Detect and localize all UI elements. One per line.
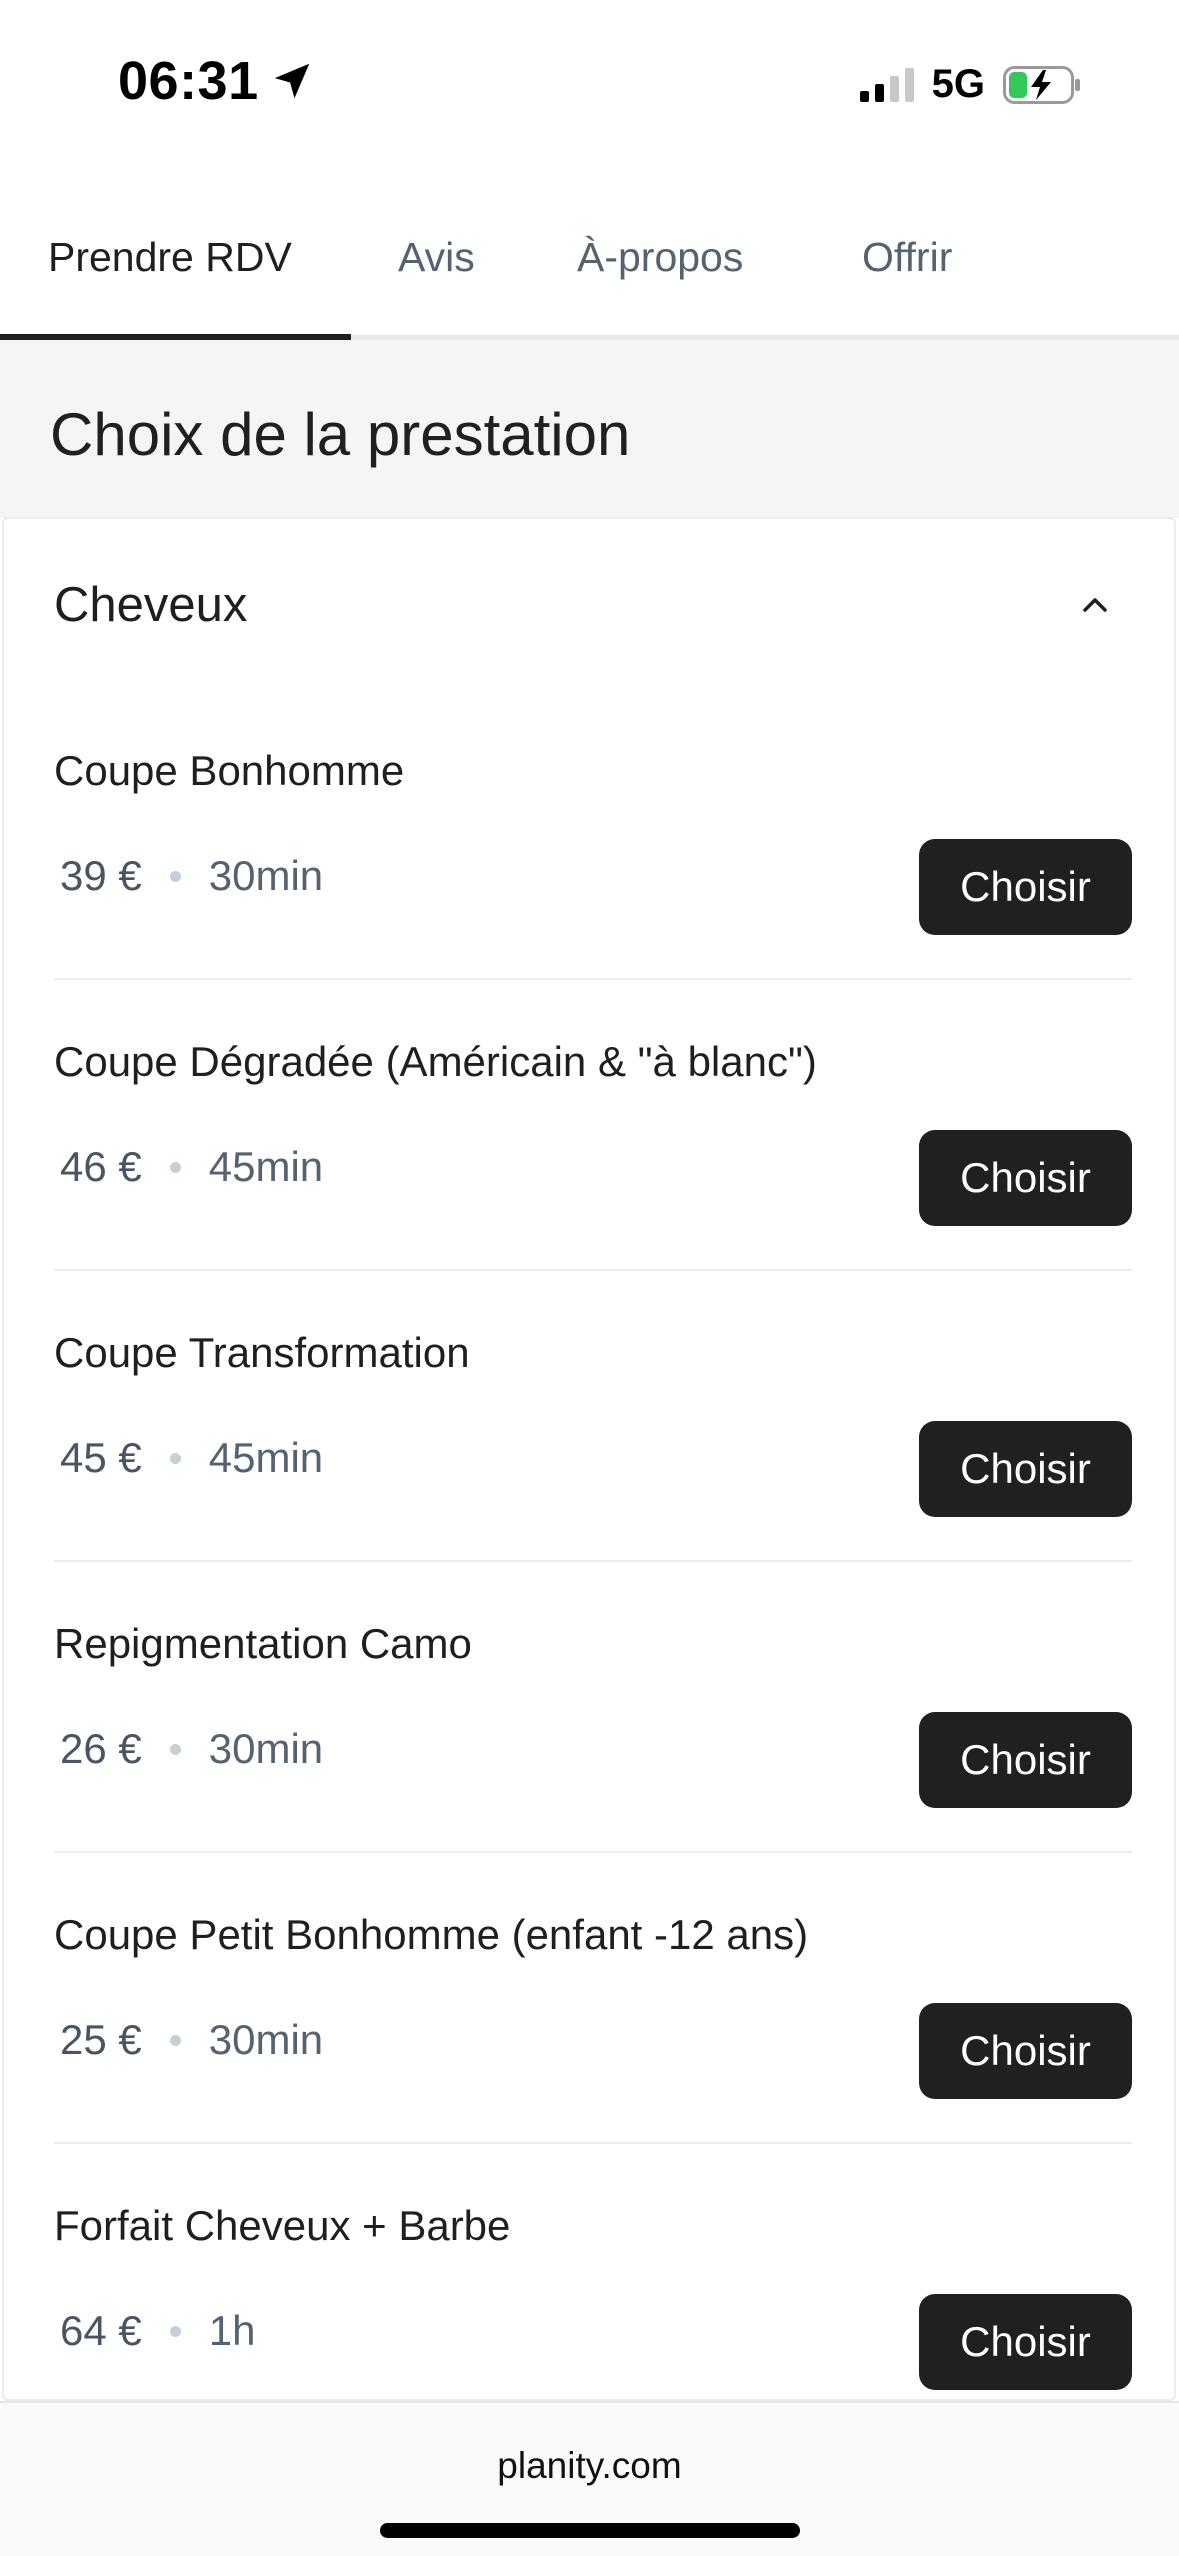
- choose-button[interactable]: Choisir: [919, 1130, 1132, 1226]
- tab-a-propos[interactable]: À-propos: [577, 234, 743, 281]
- choose-button[interactable]: Choisir: [919, 2294, 1132, 2390]
- status-time: 06:31: [118, 50, 315, 112]
- service-item: Coupe Dégradée (Américain & "à blanc") 4…: [54, 980, 1132, 1271]
- cellular-signal-icon: [859, 67, 914, 102]
- tab-bar: Prendre RDV Avis À-propos Offrir: [0, 196, 1179, 340]
- service-meta: 26 € 30min: [60, 1725, 323, 1773]
- service-meta: 64 € 1h: [60, 2307, 255, 2355]
- service-price: 45 €: [60, 1434, 142, 1481]
- choose-button[interactable]: Choisir: [919, 1421, 1132, 1517]
- choose-button[interactable]: Choisir: [919, 2003, 1132, 2099]
- service-item: Coupe Petit Bonhomme (enfant -12 ans) 25…: [54, 1853, 1132, 2144]
- chevron-up-icon[interactable]: [1080, 589, 1110, 619]
- service-duration: 30min: [208, 2016, 324, 2063]
- category-card: Cheveux Coupe Bonhomme 39 € 30min Choisi…: [2, 517, 1176, 2401]
- service-duration: 1h: [208, 2307, 256, 2354]
- service-duration: 45min: [208, 1143, 324, 1190]
- service-price: 64 €: [60, 2307, 142, 2354]
- category-title[interactable]: Cheveux: [54, 577, 247, 633]
- service-item: Coupe Transformation 45 € 45min Choisir: [54, 1271, 1132, 1562]
- service-meta: 39 € 30min: [60, 852, 323, 900]
- separator-dot: [169, 1743, 181, 1755]
- service-name: Coupe Transformation: [54, 1329, 470, 1376]
- separator-dot: [169, 2325, 181, 2337]
- service-duration: 30min: [208, 852, 324, 899]
- service-name: Forfait Cheveux + Barbe: [54, 2202, 511, 2249]
- service-meta: 25 € 30min: [60, 2016, 323, 2064]
- status-indicators: 5G: [859, 62, 1081, 107]
- page-title: Choix de la prestation: [50, 401, 631, 468]
- separator-dot: [169, 1452, 181, 1464]
- service-name: Coupe Dégradée (Américain & "à blanc"): [54, 1038, 817, 1085]
- tab-avis[interactable]: Avis: [398, 234, 475, 281]
- section-header: Choix de la prestation: [0, 340, 1179, 518]
- service-name: Coupe Bonhomme: [54, 747, 405, 794]
- separator-dot: [169, 2034, 181, 2046]
- service-price: 46 €: [60, 1143, 142, 1190]
- service-price: 39 €: [60, 852, 142, 899]
- tab-prendre-rdv[interactable]: Prendre RDV: [48, 234, 292, 281]
- status-bar: 06:31 5G: [0, 0, 1179, 175]
- service-price: 25 €: [60, 2016, 142, 2063]
- clock-label: 06:31: [118, 51, 259, 111]
- service-name: Repigmentation Camo: [54, 1620, 472, 1667]
- service-item: Repigmentation Camo 26 € 30min Choisir: [54, 1562, 1132, 1853]
- service-price: 26 €: [60, 1725, 142, 1772]
- service-item: Forfait Cheveux + Barbe 64 € 1h Choisir: [54, 2144, 1132, 2399]
- separator-dot: [169, 870, 181, 882]
- home-indicator[interactable]: [380, 2523, 800, 2538]
- network-type-label: 5G: [931, 62, 985, 106]
- service-duration: 30min: [208, 1725, 324, 1772]
- service-meta: 46 € 45min: [60, 1143, 323, 1191]
- choose-button[interactable]: Choisir: [919, 1712, 1132, 1808]
- service-name: Coupe Petit Bonhomme (enfant -12 ans): [54, 1911, 809, 1958]
- choose-button[interactable]: Choisir: [919, 839, 1132, 935]
- url-text[interactable]: planity.com: [0, 2445, 1179, 2487]
- service-meta: 45 € 45min: [60, 1434, 323, 1482]
- service-item: Coupe Bonhomme 39 € 30min Choisir: [54, 689, 1132, 980]
- service-duration: 45min: [208, 1434, 324, 1481]
- browser-url-bar: planity.com: [0, 2401, 1179, 2556]
- separator-dot: [169, 1161, 181, 1173]
- battery-charging-icon: [1003, 65, 1080, 104]
- location-arrow-icon: [274, 63, 309, 99]
- tab-offrir[interactable]: Offrir: [862, 234, 952, 281]
